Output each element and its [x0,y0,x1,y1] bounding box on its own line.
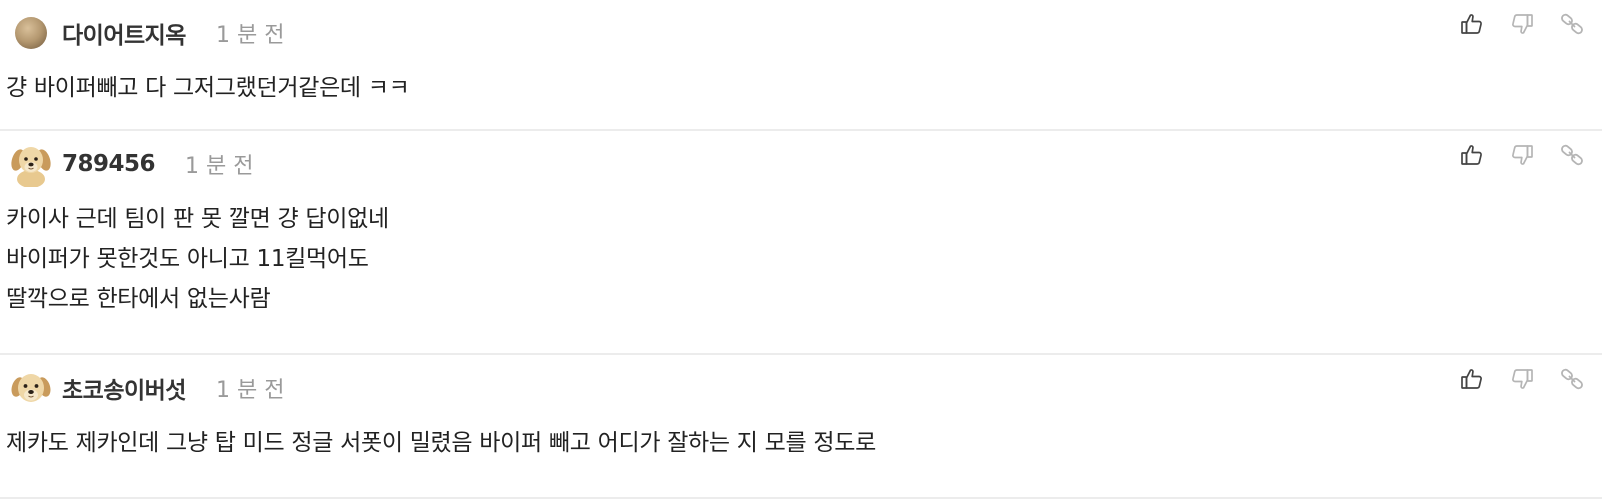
share-link-button[interactable] [1556,139,1588,171]
comment-line: 제카도 제카인데 그냥 탑 미드 정글 서폿이 밀렸음 바이퍼 빼고 어디가 잘… [6,430,876,456]
avatar[interactable] [8,141,54,187]
comment-line: 카이사 근데 팀이 판 못 깔면 걍 답이없네 [6,206,389,232]
like-button[interactable] [1456,363,1488,395]
dislike-button[interactable] [1506,363,1538,395]
comment-header: 789456 1 분 전 [8,141,254,187]
avatar[interactable] [8,365,54,411]
comment-body: 제카도 제카인데 그냥 탑 미드 정글 서폿이 밀렸음 바이퍼 빼고 어디가 잘… [6,423,876,463]
comment-actions [1438,363,1588,395]
comment-username[interactable]: 789456 [62,151,156,177]
thumbs-up-icon [1461,369,1482,389]
comment-body: 카이사 근데 팀이 판 못 깔면 걍 답이없네 바이퍼가 못한것도 아니고 11… [6,199,389,319]
puppy-avatar-icon [11,374,51,402]
bronze-circle-avatar-icon [15,17,47,49]
share-link-button[interactable] [1556,363,1588,395]
link-icon [1561,13,1583,35]
comment-list: 다이어트지옥 1 분 전 걍 바이퍼빼고 다 그저그랬던거같은데 ㅋㅋ 7894… [0,0,1602,499]
comment-header: 다이어트지옥 1 분 전 [8,10,284,56]
comment-username[interactable]: 다이어트지옥 [62,16,186,50]
comment-item: 다이어트지옥 1 분 전 걍 바이퍼빼고 다 그저그랬던거같은데 ㅋㅋ [0,0,1602,131]
comment-time: 1 분 전 [215,23,285,48]
comment-item: 초코송이버섯 1 분 전 제카도 제카인데 그냥 탑 미드 정글 서폿이 밀렸음… [0,355,1602,499]
dislike-button[interactable] [1506,8,1538,40]
avatar[interactable] [8,10,54,56]
comment-line: 딸깍으로 한타에서 없는사람 [6,286,271,312]
comment-time: 1 분 전 [215,378,285,403]
like-button[interactable] [1456,139,1488,171]
link-icon [1561,368,1583,390]
share-link-button[interactable] [1556,8,1588,40]
comment-item: 789456 1 분 전 카이사 근데 팀이 판 못 깔면 걍 답이없네 바이퍼… [0,131,1602,355]
comment-time: 1 분 전 [185,154,254,179]
comment-body: 걍 바이퍼빼고 다 그저그랬던거같은데 ㅋㅋ [6,68,410,108]
thumbs-up-icon [1461,14,1482,34]
thumbs-up-icon [1461,145,1482,165]
dislike-button[interactable] [1506,139,1538,171]
thumbs-down-icon [1512,14,1533,34]
puppy-avatar-icon [11,147,51,187]
comment-actions [1438,8,1588,40]
thumbs-down-icon [1512,369,1533,389]
comment-actions [1438,139,1588,171]
comment-line: 바이퍼가 못한것도 아니고 11킬먹어도 [6,246,369,272]
comment-header: 초코송이버섯 1 분 전 [8,365,284,411]
thumbs-down-icon [1512,145,1533,165]
link-icon [1561,144,1583,166]
comment-username[interactable]: 초코송이버섯 [62,371,186,405]
comment-line: 걍 바이퍼빼고 다 그저그랬던거같은데 ㅋㅋ [6,75,410,101]
like-button[interactable] [1456,8,1488,40]
